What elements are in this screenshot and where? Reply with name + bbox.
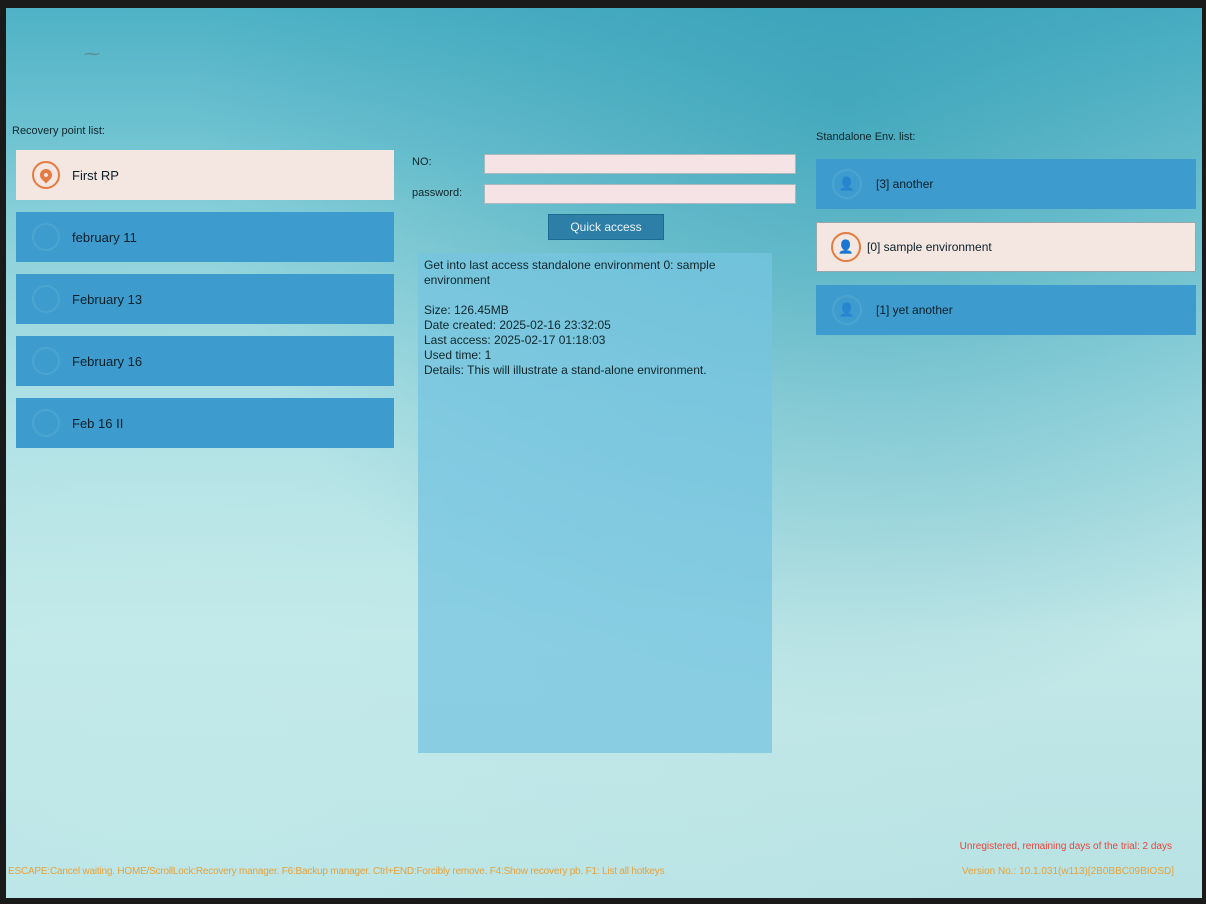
user-icon: 👤 bbox=[831, 232, 861, 262]
details-description: Details: This will illustrate a stand-al… bbox=[424, 363, 707, 377]
no-field[interactable] bbox=[484, 154, 796, 174]
version-number: Version No.: 10.1.031(w113)[2B0BBC09BIOS… bbox=[961, 866, 1174, 877]
recovery-point-label: Feb 16 II bbox=[72, 415, 124, 431]
recovery-point-list: First RP february 11 February 13 Februar… bbox=[16, 150, 394, 460]
location-pin-icon bbox=[32, 223, 60, 251]
recovery-point-list-label: Recovery point list: bbox=[12, 125, 105, 137]
recovery-point-item[interactable]: February 16 bbox=[16, 336, 394, 386]
logo-icon: ⁓ bbox=[84, 46, 100, 63]
user-icon: 👤 bbox=[832, 295, 862, 325]
environment-details-panel: Get into last access standalone environm… bbox=[418, 253, 772, 753]
recovery-point-item[interactable]: Feb 16 II bbox=[16, 398, 394, 448]
password-field[interactable] bbox=[484, 184, 796, 204]
no-label: NO: bbox=[412, 156, 432, 168]
location-pin-icon bbox=[32, 347, 60, 375]
details-intro: Get into last access standalone environm… bbox=[424, 258, 716, 287]
details-used-time: Used time: 1 bbox=[424, 348, 492, 362]
recovery-point-label: February 13 bbox=[72, 291, 143, 307]
standalone-env-list-label: Standalone Env. list: bbox=[816, 131, 916, 143]
quick-access-button[interactable]: Quick access bbox=[548, 214, 664, 240]
details-last-access: Last access: 2025-02-17 01:18:03 bbox=[424, 333, 606, 347]
recovery-point-item[interactable]: February 13 bbox=[16, 274, 394, 324]
location-pin-icon bbox=[32, 161, 60, 189]
environment-item[interactable]: 👤 [1] yet another bbox=[816, 285, 1196, 335]
hotkeys-hint: ESCAPE:Cancel waiting. HOME/ScrollLock:R… bbox=[8, 866, 665, 877]
user-icon: 👤 bbox=[832, 169, 862, 199]
details-date-created: Date created: 2025-02-16 23:32:05 bbox=[424, 318, 611, 332]
recovery-point-item[interactable]: First RP bbox=[16, 150, 394, 200]
trial-status: Unregistered, remaining days of the tria… bbox=[959, 841, 1172, 852]
details-size: Size: 126.45MB bbox=[424, 303, 509, 317]
environment-item[interactable]: 👤 [3] another bbox=[816, 159, 1196, 209]
password-label: password: bbox=[412, 187, 463, 199]
screen: ⁓ Recovery point list: First RP february… bbox=[6, 8, 1202, 898]
environment-label: [3] another bbox=[876, 177, 934, 191]
recovery-point-item[interactable]: february 11 bbox=[16, 212, 394, 262]
environment-label: [1] yet another bbox=[876, 303, 953, 317]
standalone-env-list: 👤 [3] another 👤 [0] sample environment 👤… bbox=[816, 159, 1196, 348]
recovery-point-label: First RP bbox=[72, 167, 119, 183]
location-pin-icon bbox=[32, 285, 60, 313]
environment-item[interactable]: 👤 [0] sample environment bbox=[816, 222, 1196, 272]
recovery-point-label: February 16 bbox=[72, 353, 143, 369]
recovery-point-label: february 11 bbox=[72, 229, 137, 245]
environment-label: [0] sample environment bbox=[867, 240, 992, 254]
location-pin-icon bbox=[32, 409, 60, 437]
